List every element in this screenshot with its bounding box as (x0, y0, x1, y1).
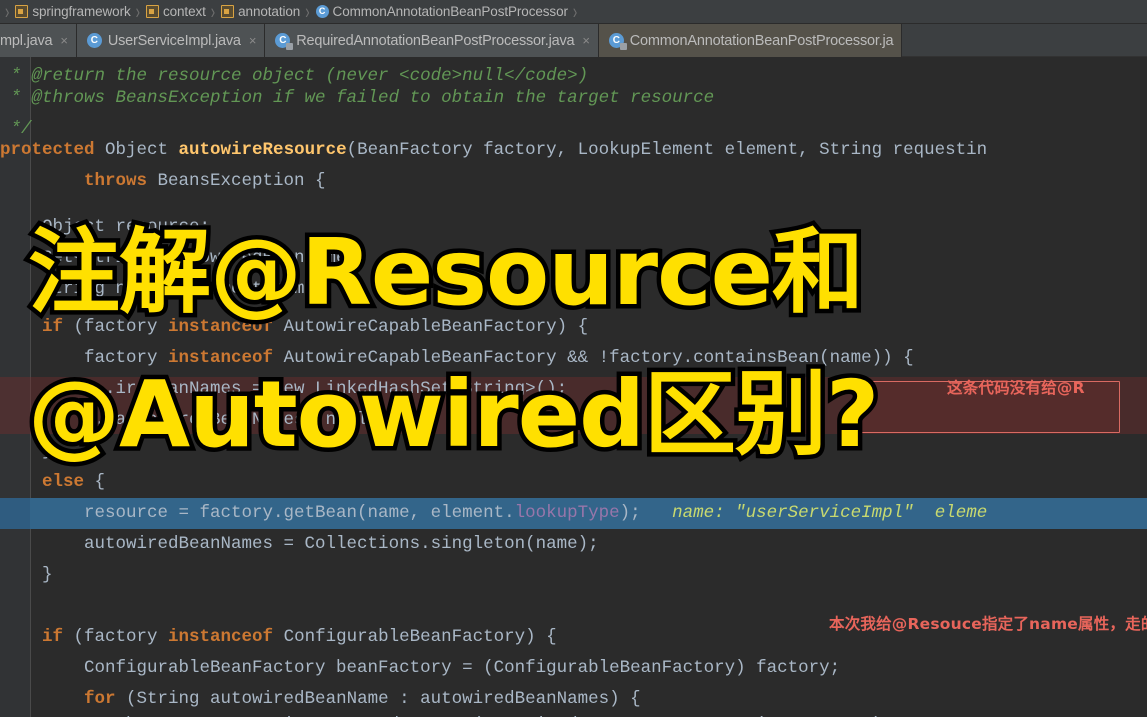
package-icon (221, 5, 235, 18)
code-line: * @throws BeansException if we failed to… (0, 83, 715, 114)
code-token: singleton (430, 534, 526, 554)
java-class-badge-icon: C (275, 33, 294, 50)
tab-commonannotationbeanpostprocessor-java[interactable]: C CommonAnnotationBeanPostProcessor.ja (598, 24, 903, 57)
code-token: ); (619, 503, 641, 523)
code-line: resource = factory.getBean(name, element… (0, 498, 987, 529)
code-token: resource = factory.getBean(name, element… (0, 503, 515, 523)
annotation-note-bottom: 本次我给@Resouce指定了name属性，走的 (829, 615, 1147, 633)
breadcrumb-separator: › (572, 0, 578, 24)
breadcrumb-item-class[interactable]: CommonAnnotationBeanPostProcessor (313, 0, 570, 24)
ide-window: › springframework › context › annotation… (0, 0, 1147, 717)
code-token: throws (84, 171, 158, 191)
code-token: BeansException { (157, 171, 326, 191)
code-token: for (84, 689, 127, 709)
close-icon[interactable]: × (60, 34, 68, 47)
breadcrumb-label: annotation (238, 4, 301, 19)
code-token: instanceof (168, 627, 284, 647)
code-line: else { (0, 467, 105, 498)
code-token: protected (0, 140, 106, 160)
breadcrumb-label: context (162, 4, 206, 19)
package-icon (15, 5, 29, 18)
breadcrumb-separator: › (5, 0, 10, 24)
breadcrumb-item-context[interactable]: context (143, 0, 208, 24)
breadcrumb-separator: › (305, 0, 310, 24)
code-token: { (94, 472, 106, 492)
java-class-icon: C (86, 33, 102, 48)
code-token: else (42, 472, 95, 492)
code-line: if (factory instanceof ConfigurableBeanF… (0, 622, 557, 653)
code-token: (name); (525, 534, 599, 554)
code-token: (String autowiredBeanName : autowiredBea… (126, 689, 641, 709)
tab-label: CommonAnnotationBeanPostProcessor.ja (629, 32, 894, 49)
breadcrumb-label: springframework (32, 4, 131, 19)
code-token: } (0, 565, 53, 585)
code-token: autowiredBeanNames = Collections. (0, 534, 431, 554)
code-line: protected Object autowireResource(BeanFa… (0, 135, 987, 166)
code-token: (factory (73, 627, 169, 647)
breadcrumb-label: CommonAnnotationBeanPostProcessor (332, 4, 568, 19)
code-token: (BeanFactory factory, LookupElement elem… (346, 140, 988, 160)
code-token: if (42, 627, 74, 647)
tab-userserviceimpl-java[interactable]: C UserServiceImpl.java × (76, 24, 266, 57)
java-class-badge-icon: C (608, 33, 627, 50)
tab-label: UserServiceImpl.java (107, 32, 241, 49)
code-token: * @throws BeansException if we failed to… (0, 88, 715, 108)
tab-mpl-java[interactable]: mpl.java × (0, 24, 77, 57)
code-token: ConfigurableBeanFactory) { (283, 627, 557, 647)
overlay-title-line2: @Autowired区别? (24, 361, 884, 468)
breadcrumb-separator: › (135, 0, 140, 24)
tab-label: RequiredAnnotationBeanPostProcessor.java (296, 32, 575, 49)
code-token: ConfigurableBeanFactory beanFactory = (C… (0, 658, 841, 678)
code-token: Object (105, 140, 179, 160)
code-line: throws BeansException { (0, 166, 326, 197)
package-icon (145, 5, 159, 18)
breadcrumb-item-annotation[interactable]: annotation (218, 0, 302, 24)
breadcrumb: › springframework › context › annotation… (0, 0, 1147, 24)
code-line: autowiredBeanNames = Collections.singlet… (0, 529, 599, 560)
breadcrumb-item-springframework[interactable]: springframework (12, 0, 132, 24)
overlay-title-line1: 注解@Resource和 (24, 219, 869, 326)
code-line: beanFactory.registerDependentBean(autowi… (0, 710, 893, 717)
code-token: lookupType (514, 503, 620, 523)
code-line: } (0, 560, 53, 591)
code-token: autowireResource (178, 140, 347, 160)
class-icon (315, 5, 329, 18)
close-icon[interactable]: × (249, 34, 257, 47)
editor-tab-bar: mpl.java × C UserServiceImpl.java × C Re… (0, 24, 1147, 57)
code-token: name: "userServiceImpl" eleme (640, 503, 988, 523)
close-icon[interactable]: × (582, 34, 590, 47)
tab-requiredannotationbeanpostprocessor-java[interactable]: C RequiredAnnotationBeanPostProcessor.ja… (265, 24, 599, 57)
tab-label: mpl.java (0, 32, 53, 49)
code-line: ConfigurableBeanFactory beanFactory = (C… (0, 653, 840, 684)
breadcrumb-separator: › (210, 0, 216, 24)
